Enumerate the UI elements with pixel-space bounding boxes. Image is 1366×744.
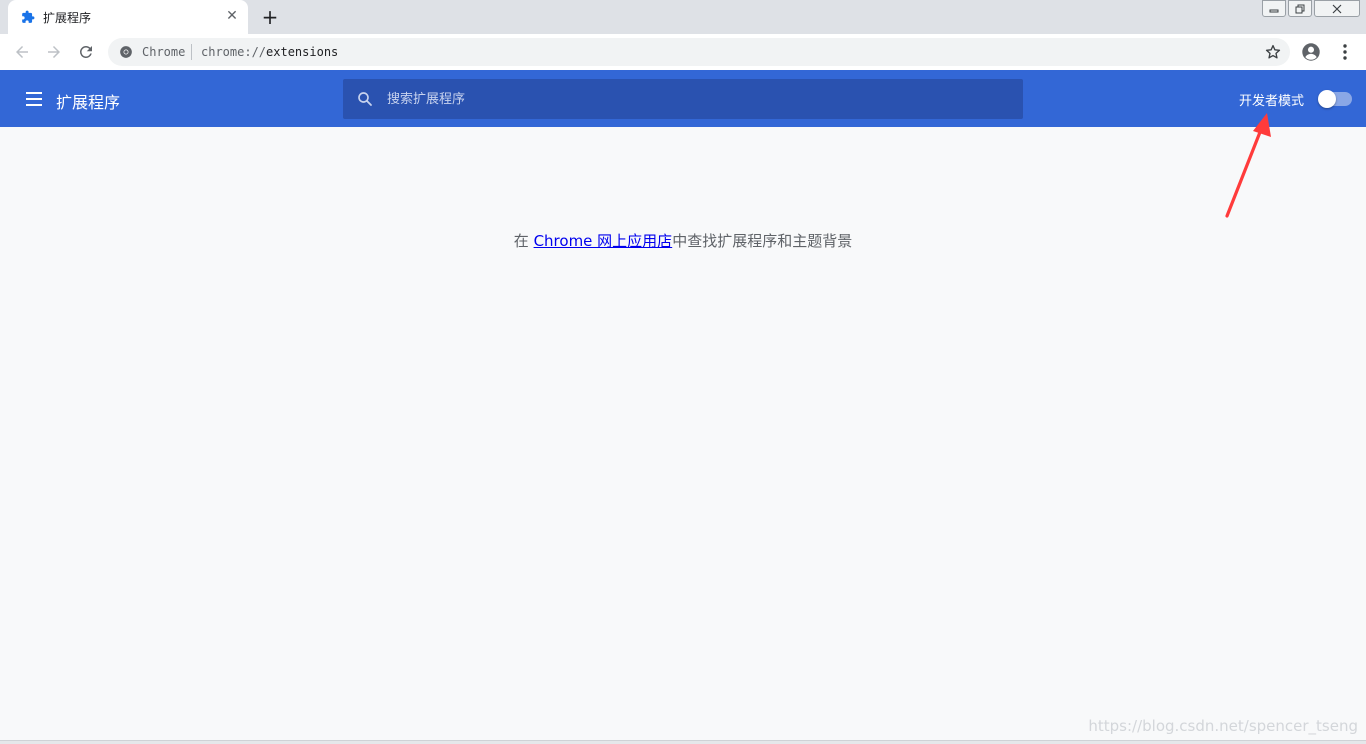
message-suffix: 中查找扩展程序和主题背景 xyxy=(672,232,853,250)
toggle-knob xyxy=(1318,90,1336,108)
arrow-left-icon xyxy=(16,46,28,58)
tab-extensions[interactable]: 扩展程序 ✕ xyxy=(8,0,248,34)
annotation-arrow-icon xyxy=(1225,113,1271,218)
site-label: Chrome xyxy=(142,45,186,59)
minimize-icon xyxy=(1269,9,1279,12)
search-icon xyxy=(358,92,372,106)
url-text[interactable]: chrome://extensions xyxy=(201,45,338,59)
close-window-button[interactable] xyxy=(1314,0,1360,17)
new-tab-button[interactable]: + xyxy=(258,6,282,30)
browser-menu-button[interactable] xyxy=(1335,41,1355,63)
chrome-icon xyxy=(120,46,132,58)
reload-button[interactable] xyxy=(73,39,99,65)
url-path: extensions xyxy=(266,45,339,59)
arrow-right-icon xyxy=(48,46,60,58)
star-icon[interactable] xyxy=(1264,43,1282,61)
close-icon xyxy=(1332,4,1342,13)
window-controls xyxy=(1260,0,1360,18)
tab-title: 扩展程序 xyxy=(43,11,92,25)
empty-state-message: 在 Chrome 网上应用店中查找扩展程序和主题背景 xyxy=(0,230,1366,251)
message-prefix: 在 xyxy=(513,232,534,250)
tab-close-icon[interactable]: ✕ xyxy=(224,8,240,24)
tab-strip: 扩展程序 ✕ + xyxy=(0,0,1366,34)
omnibox-separator xyxy=(191,44,192,60)
page-title: 扩展程序 xyxy=(56,93,121,112)
address-bar[interactable]: Chrome chrome://extensions xyxy=(108,38,1290,66)
menu-icon[interactable] xyxy=(22,87,46,111)
restore-icon xyxy=(1295,4,1305,13)
profile-avatar-icon[interactable] xyxy=(1300,41,1322,63)
extensions-header: 扩展程序 开发者模式 xyxy=(0,70,1366,127)
restore-button[interactable] xyxy=(1288,0,1312,17)
puzzle-icon xyxy=(22,10,35,23)
reload-icon xyxy=(79,45,92,58)
watermark-text: https://blog.csdn.net/spencer_tseng xyxy=(1088,717,1358,735)
minimize-button[interactable] xyxy=(1262,0,1286,17)
more-vert-icon xyxy=(1343,44,1347,60)
developer-mode-toggle[interactable] xyxy=(1318,90,1352,108)
forward-button[interactable] xyxy=(41,39,67,65)
search-box[interactable] xyxy=(343,79,1023,119)
url-scheme: chrome:// xyxy=(201,45,267,59)
web-store-link[interactable]: Chrome 网上应用店 xyxy=(534,232,673,250)
bottom-edge xyxy=(0,740,1366,744)
search-input[interactable] xyxy=(387,79,1007,119)
back-button[interactable] xyxy=(9,39,35,65)
